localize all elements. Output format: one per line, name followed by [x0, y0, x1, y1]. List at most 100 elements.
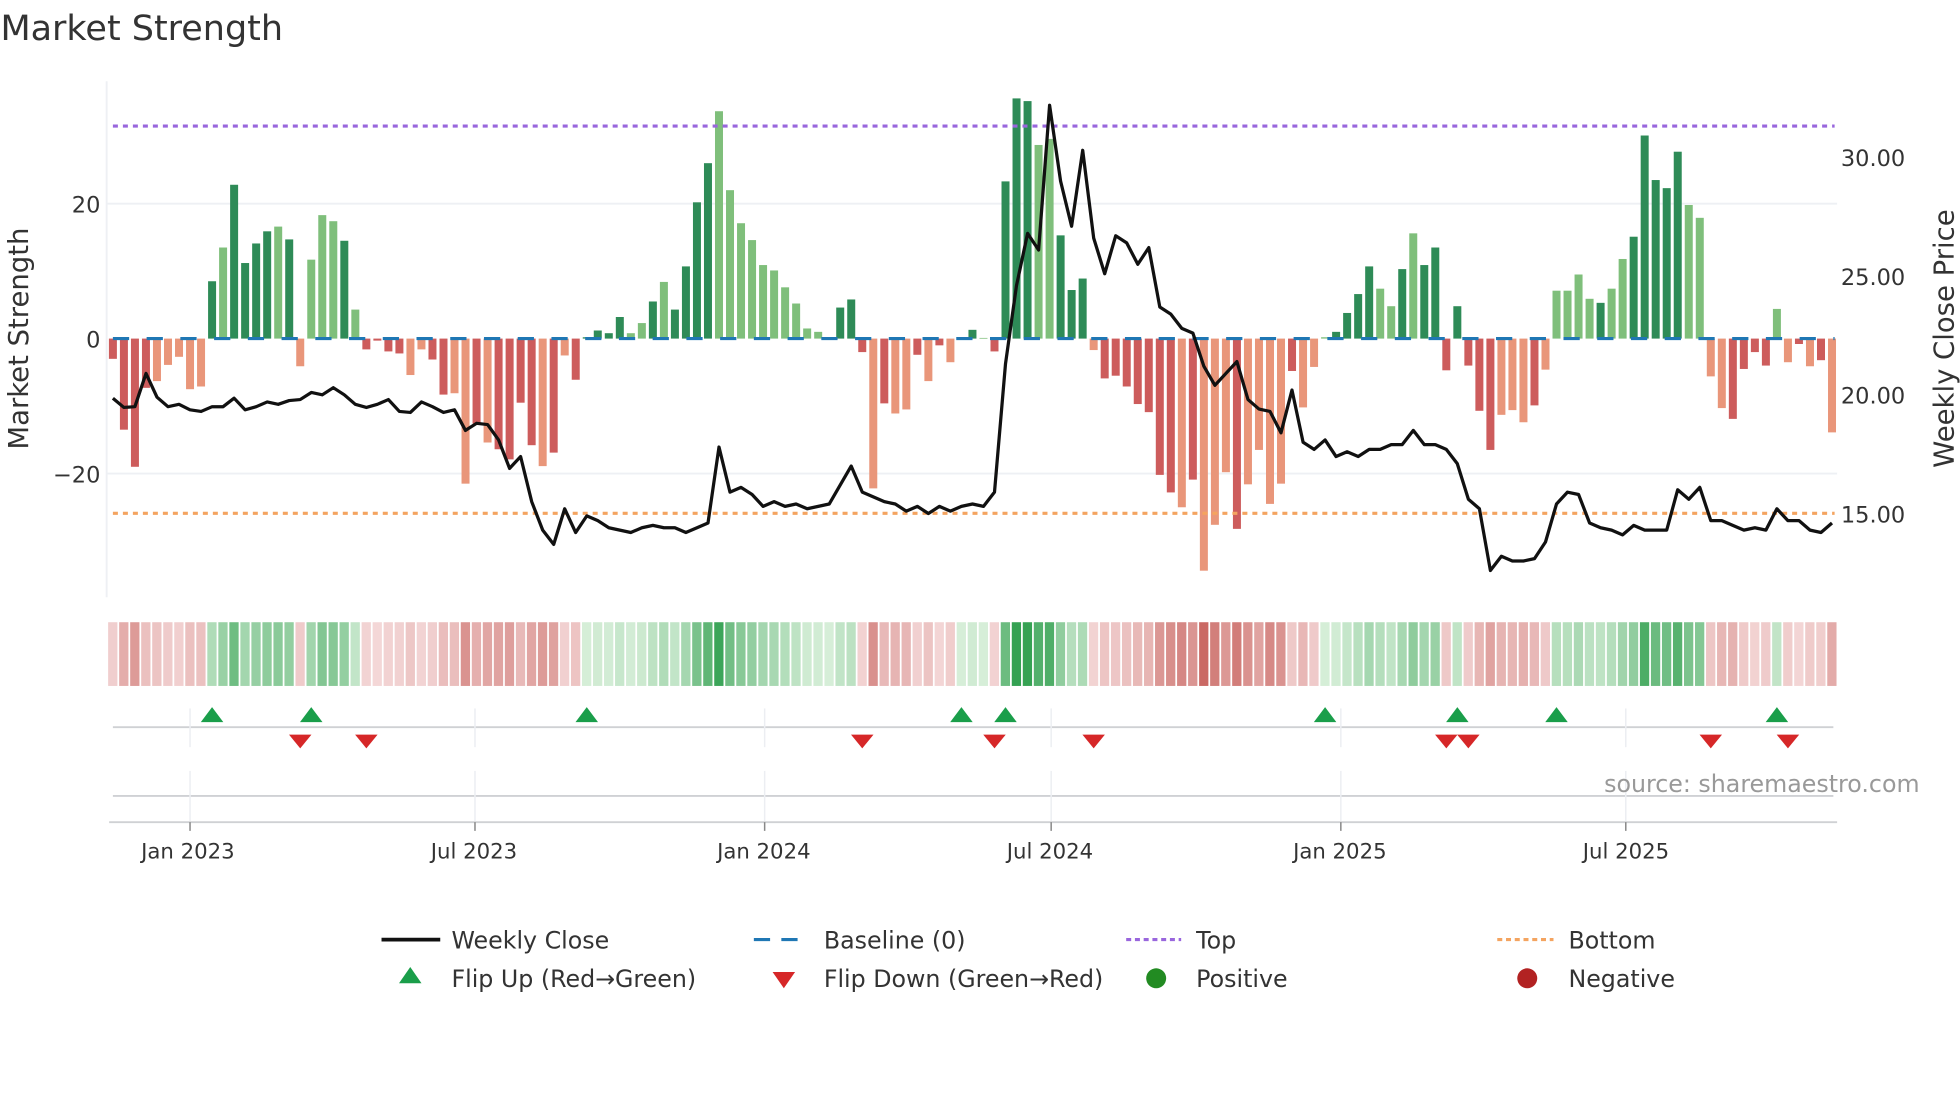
strip-cell	[438, 622, 449, 686]
strip-cell	[1309, 622, 1319, 686]
strip-cell	[350, 622, 360, 686]
strength-bar-negative	[1761, 338, 1770, 366]
strength-bar-positive	[803, 328, 812, 339]
legend-label: Flip Down (Green→Red)	[824, 965, 1103, 993]
strength-bar-positive	[1640, 135, 1649, 339]
flip-down-marker	[1457, 734, 1480, 749]
flip-up-marker	[1313, 707, 1337, 723]
strip-cell	[1408, 622, 1418, 686]
strength-bar-negative	[527, 338, 536, 446]
strip-cell	[1672, 622, 1683, 686]
strength-bar-positive	[252, 243, 261, 339]
market-strength-chart: Market Strength Market Strength Weekly C…	[0, 9, 1960, 993]
strip-cell	[725, 622, 735, 686]
strength-bar-negative	[913, 338, 922, 355]
y2-axis-label: Weekly Close Price	[1928, 209, 1960, 467]
strength-bar-positive	[208, 281, 217, 339]
strip-cell	[405, 622, 415, 686]
x-tick-label: Jul 2023	[429, 839, 517, 864]
strength-bars	[108, 98, 1837, 571]
triangle-down-icon	[772, 972, 796, 989]
strip-cell	[570, 622, 581, 686]
strength-bar-positive	[814, 331, 823, 339]
strength-bar-negative	[152, 338, 161, 382]
legend-item-bottom[interactable]: Bottom	[1497, 926, 1655, 954]
legend-item-top[interactable]: Top	[1126, 926, 1236, 954]
strip-cell	[923, 622, 933, 686]
legend-item-baseline[interactable]: Baseline (0)	[753, 926, 966, 954]
flip-down-marker	[983, 734, 1006, 749]
strength-bar-positive	[615, 317, 624, 339]
strength-bar-positive	[1563, 290, 1572, 339]
legend-label: Weekly Close	[451, 926, 609, 954]
strip-cell	[1717, 622, 1727, 686]
strength-bar-negative	[296, 338, 305, 367]
strength-bar-positive	[329, 221, 338, 339]
flip-down-marker	[851, 734, 874, 749]
strip-cell	[1375, 622, 1385, 686]
strip-cell	[1750, 622, 1760, 686]
strength-bar-negative	[1111, 338, 1120, 376]
strength-bar-positive	[1673, 151, 1682, 339]
strip-cell	[1551, 622, 1562, 686]
strip-cell	[1706, 622, 1716, 686]
strength-bar-positive	[274, 226, 283, 339]
legend-item-negative[interactable]: Negative	[1517, 965, 1675, 993]
strip-cell	[1728, 622, 1738, 686]
strip-cell	[383, 622, 393, 686]
strip-cell	[747, 622, 757, 686]
strength-bar-positive	[781, 287, 790, 339]
strip-cell	[967, 622, 977, 686]
strength-bar-negative	[858, 338, 867, 353]
strength-bar-positive	[1695, 217, 1704, 339]
strength-bar-negative	[362, 338, 371, 350]
y2-tick-label: 30.00	[1841, 146, 1905, 172]
strength-bar-negative	[1783, 338, 1792, 363]
strip-cell	[1595, 622, 1606, 686]
strength-bar-negative	[560, 338, 569, 356]
strip-cell	[581, 622, 592, 686]
strip-cell	[857, 622, 867, 686]
strength-bar-negative	[1497, 338, 1506, 415]
strength-bar-positive	[1387, 306, 1396, 339]
strip-cell	[648, 622, 658, 686]
strip-cell	[1772, 622, 1782, 686]
legend-item-flip-down[interactable]: Flip Down (Green→Red)	[772, 965, 1104, 993]
strip-cell	[868, 622, 878, 686]
strength-bar-negative	[1442, 338, 1451, 371]
strip-cell	[1794, 622, 1804, 686]
flip-up-marker	[300, 707, 323, 723]
strength-bar-positive	[659, 281, 668, 339]
strip-cell	[1055, 622, 1066, 686]
strength-bar-negative	[1508, 338, 1517, 411]
strength-bar-negative	[1122, 338, 1131, 387]
strip-cell	[1617, 622, 1628, 686]
strength-bar-negative	[175, 338, 184, 357]
strip-cell	[1088, 622, 1099, 686]
strip-cell	[284, 622, 294, 686]
strip-cell	[504, 622, 515, 686]
strip-cell	[670, 622, 680, 686]
strip-cell	[1331, 622, 1341, 686]
legend-item-weekly-close[interactable]: Weekly Close	[381, 926, 610, 954]
legend-item-flip-up[interactable]: Flip Up (Red→Green)	[399, 965, 696, 993]
flip-up-marker	[950, 707, 973, 723]
strip-cell	[1805, 622, 1815, 686]
strip-cell	[1099, 622, 1110, 686]
flip-down-marker	[288, 734, 312, 749]
strip-cell	[229, 622, 239, 686]
strip-cell	[1386, 622, 1396, 686]
strength-bar-positive	[1596, 302, 1605, 339]
strength-bar-negative	[1177, 338, 1186, 508]
legend-item-positive[interactable]: Positive	[1146, 965, 1288, 993]
strength-bar-negative	[1221, 338, 1230, 473]
legend-label: Baseline (0)	[824, 926, 966, 954]
strength-bar-negative	[571, 338, 580, 380]
strip-cell	[1540, 622, 1551, 686]
strip-cell	[119, 622, 129, 686]
flip-down-marker	[355, 734, 378, 749]
strength-bar-negative	[1166, 338, 1175, 493]
strength-bar-positive	[759, 265, 768, 339]
legend-label: Positive	[1196, 965, 1287, 993]
strip-cell	[835, 622, 845, 686]
